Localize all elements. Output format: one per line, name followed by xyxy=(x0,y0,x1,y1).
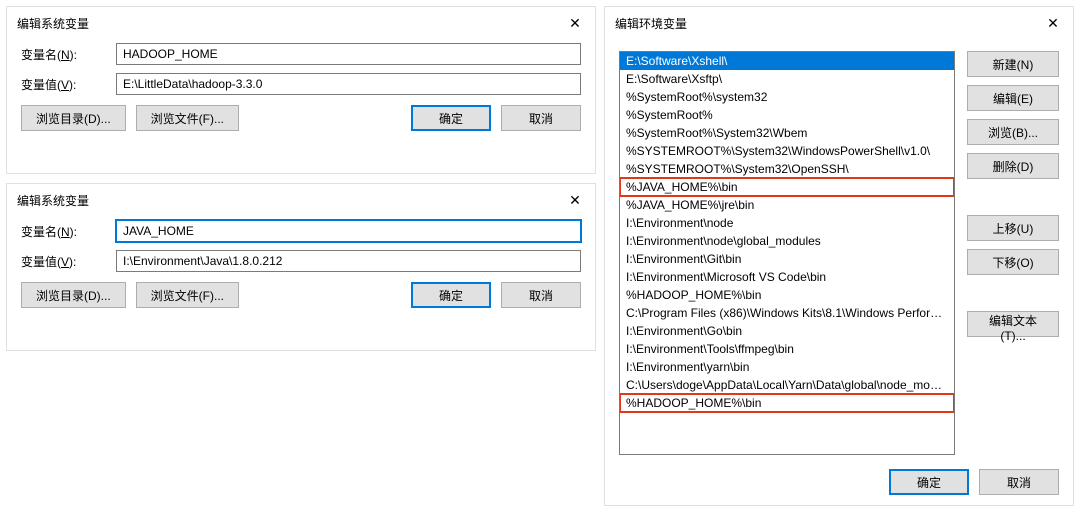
list-item[interactable]: %HADOOP_HOME%\bin xyxy=(620,394,954,412)
variable-name-label: 变量名(N): xyxy=(21,46,116,63)
title-bar: 编辑环境变量 ✕ xyxy=(605,7,1073,43)
variable-value-input[interactable] xyxy=(116,250,581,272)
list-item[interactable]: I:\Environment\Microsoft VS Code\bin xyxy=(620,268,954,286)
browse-button[interactable]: 浏览(B)... xyxy=(967,119,1059,145)
ok-button[interactable]: 确定 xyxy=(411,105,491,131)
dialog-title: 编辑环境变量 xyxy=(615,15,687,32)
ok-button[interactable]: 确定 xyxy=(889,469,969,495)
list-item[interactable]: %SYSTEMROOT%\System32\OpenSSH\ xyxy=(620,160,954,178)
new-button[interactable]: 新建(N) xyxy=(967,51,1059,77)
variable-name-label: 变量名(N): xyxy=(21,223,116,240)
variable-value-input[interactable] xyxy=(116,73,581,95)
list-item[interactable]: %SystemRoot%\System32\Wbem xyxy=(620,124,954,142)
list-item[interactable]: %SYSTEMROOT%\System32\WindowsPowerShell\… xyxy=(620,142,954,160)
dialog-title: 编辑系统变量 xyxy=(17,192,89,209)
path-list[interactable]: E:\Software\Xshell\E:\Software\Xsftp\%Sy… xyxy=(619,51,955,455)
variable-name-input[interactable] xyxy=(116,43,581,65)
dialog-title: 编辑系统变量 xyxy=(17,15,89,32)
list-item[interactable]: %HADOOP_HOME%\bin xyxy=(620,286,954,304)
variable-name-input[interactable] xyxy=(116,220,581,242)
browse-directory-button[interactable]: 浏览目录(D)... xyxy=(21,105,126,131)
list-item[interactable]: %JAVA_HOME%\bin xyxy=(620,178,954,196)
title-bar: 编辑系统变量 ✕ xyxy=(7,7,595,43)
close-icon[interactable]: ✕ xyxy=(563,13,587,33)
edit-environment-variable-dialog: 编辑环境变量 ✕ E:\Software\Xshell\E:\Software\… xyxy=(604,6,1074,506)
list-item[interactable]: E:\Software\Xsftp\ xyxy=(620,70,954,88)
list-item[interactable]: I:\Environment\node\global_modules xyxy=(620,232,954,250)
move-up-button[interactable]: 上移(U) xyxy=(967,215,1059,241)
browse-file-button[interactable]: 浏览文件(F)... xyxy=(136,282,239,308)
edit-system-variable-dialog-2: 编辑系统变量 ✕ 变量名(N): 变量值(V): 浏览目录(D)... 浏览文件… xyxy=(6,183,596,351)
cancel-button[interactable]: 取消 xyxy=(501,105,581,131)
browse-file-button[interactable]: 浏览文件(F)... xyxy=(136,105,239,131)
list-item[interactable]: I:\Environment\node xyxy=(620,214,954,232)
ok-button[interactable]: 确定 xyxy=(411,282,491,308)
variable-value-label: 变量值(V): xyxy=(21,76,116,93)
browse-directory-button[interactable]: 浏览目录(D)... xyxy=(21,282,126,308)
close-icon[interactable]: ✕ xyxy=(563,190,587,210)
title-bar: 编辑系统变量 ✕ xyxy=(7,184,595,220)
list-item[interactable]: C:\Users\doge\AppData\Local\Yarn\Data\gl… xyxy=(620,376,954,394)
list-item[interactable]: %SystemRoot% xyxy=(620,106,954,124)
cancel-button[interactable]: 取消 xyxy=(501,282,581,308)
cancel-button[interactable]: 取消 xyxy=(979,469,1059,495)
list-item[interactable]: %SystemRoot%\system32 xyxy=(620,88,954,106)
list-item[interactable]: I:\Environment\Go\bin xyxy=(620,322,954,340)
list-item[interactable]: %JAVA_HOME%\jre\bin xyxy=(620,196,954,214)
edit-system-variable-dialog-1: 编辑系统变量 ✕ 变量名(N): 变量值(V): 浏览目录(D)... 浏览文件… xyxy=(6,6,596,174)
delete-button[interactable]: 删除(D) xyxy=(967,153,1059,179)
edit-button[interactable]: 编辑(E) xyxy=(967,85,1059,111)
move-down-button[interactable]: 下移(O) xyxy=(967,249,1059,275)
edit-text-button[interactable]: 编辑文本(T)... xyxy=(967,311,1059,337)
close-icon[interactable]: ✕ xyxy=(1041,13,1065,33)
variable-value-label: 变量值(V): xyxy=(21,253,116,270)
list-item[interactable]: I:\Environment\Git\bin xyxy=(620,250,954,268)
list-item[interactable]: E:\Software\Xshell\ xyxy=(620,52,954,70)
list-item[interactable]: I:\Environment\yarn\bin xyxy=(620,358,954,376)
list-item[interactable]: I:\Environment\Tools\ffmpeg\bin xyxy=(620,340,954,358)
list-item[interactable]: C:\Program Files (x86)\Windows Kits\8.1\… xyxy=(620,304,954,322)
